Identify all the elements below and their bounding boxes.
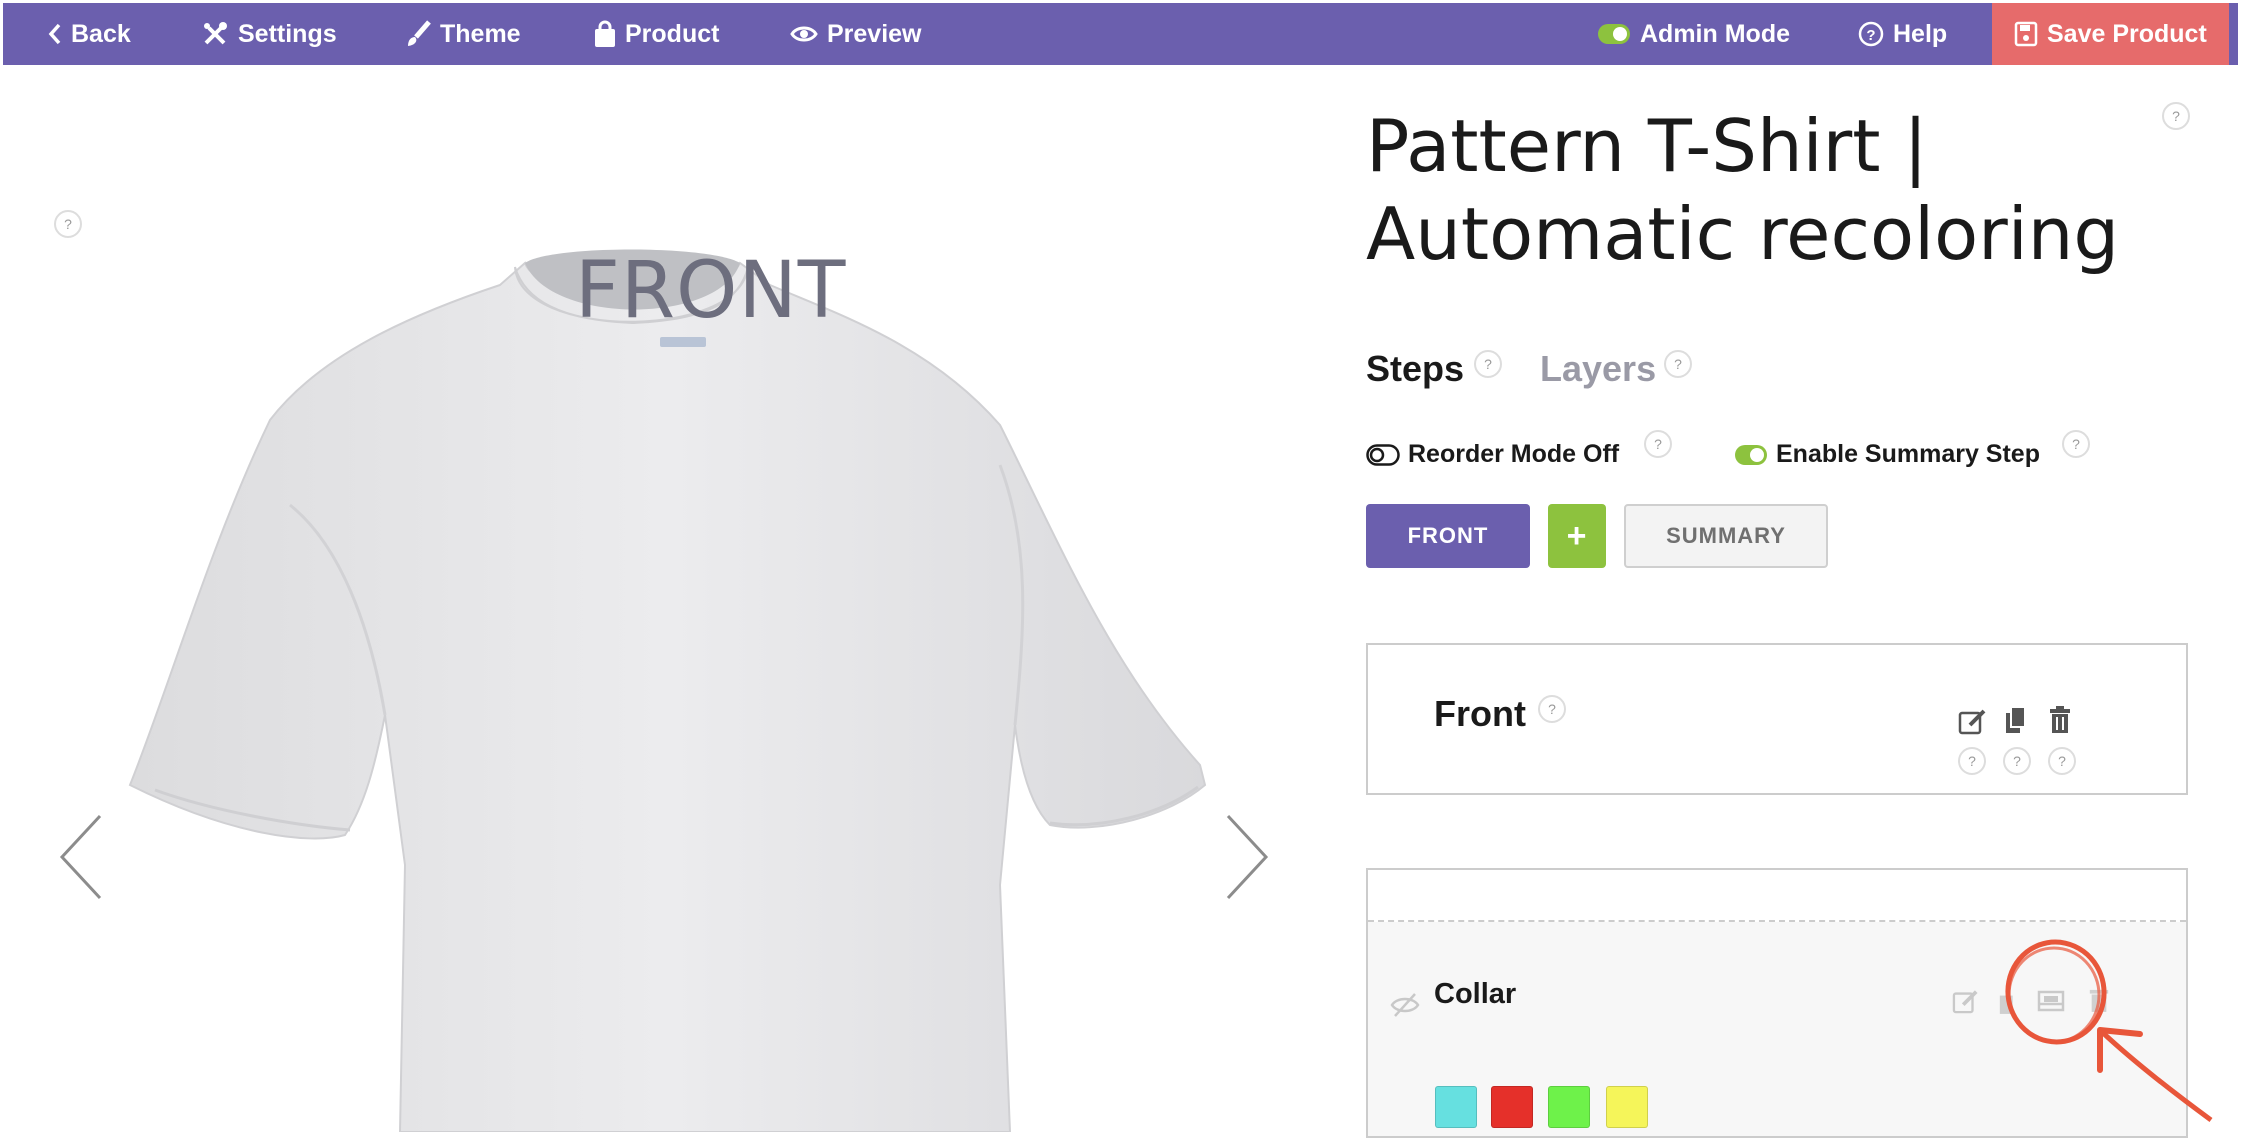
canvas-help-icon[interactable]: ? [54,210,82,238]
product-button[interactable]: Product [594,3,719,65]
color-swatch[interactable] [1435,1086,1477,1128]
shopping-bag-icon [595,20,615,47]
chevron-left-icon [48,23,61,45]
svg-text:?: ? [1866,27,1875,44]
layer-edit-icon[interactable] [1952,988,1980,1014]
step-panel: Front ? ? ? ? [1366,643,2188,795]
step-summary-button[interactable]: SUMMARY [1624,504,1828,568]
layers-help-icon[interactable]: ? [1664,350,1692,378]
toggle-on-icon [1735,444,1767,465]
next-arrow-icon[interactable] [1222,812,1272,902]
add-step-glyph: + [1566,516,1588,555]
top-toolbar: Back Settings Theme Product Preview Admi… [0,3,2241,65]
window-frame-right [2238,0,2244,1132]
paintbrush-icon [408,20,431,46]
step-panel-help-glyph: ? [1548,701,1556,717]
color-swatch[interactable] [1491,1086,1533,1128]
summary-help-icon[interactable]: ? [2062,430,2090,458]
admin-mode-toggle[interactable]: Admin Mode [1597,3,1790,65]
save-icon [2014,21,2038,47]
back-button[interactable]: Back [48,3,131,65]
help-button[interactable]: ? Help [1858,3,1947,65]
summary-step-toggle[interactable]: Enable Summary Step [1734,440,2040,469]
theme-label: Theme [440,19,521,48]
title-help-icon[interactable]: ? [2162,102,2190,130]
annotation-highlight [2005,939,2213,1123]
tools-icon [204,22,227,45]
trash-icon[interactable] [2048,705,2072,735]
delete-help-icon[interactable]: ? [2048,747,2076,775]
help-circle-icon: ? [1858,21,1884,47]
step-summary-label: SUMMARY [1666,523,1786,548]
save-label: Save Product [2047,19,2207,48]
tab-layers-label: Layers [1540,348,1657,389]
tab-layers[interactable]: Layers [1540,348,1656,390]
edit-help-icon[interactable]: ? [1958,747,1986,775]
tab-steps[interactable]: Steps [1366,348,1464,390]
tshirt-image [128,249,1207,1132]
product-label: Product [625,19,720,48]
theme-button[interactable]: Theme [405,3,521,65]
save-product-button[interactable]: Save Product [1992,3,2229,65]
steps-help-icon[interactable]: ? [1474,350,1502,378]
annotation-circle [2005,939,2107,1045]
eye-slash-icon[interactable] [1390,992,1420,1018]
settings-label: Settings [238,19,337,48]
canvas-help-glyph: ? [64,216,72,232]
title-help-glyph: ? [2172,108,2180,124]
color-swatch[interactable] [1606,1086,1648,1128]
step-front-button[interactable]: FRONT [1366,504,1530,568]
tab-steps-label: Steps [1366,348,1465,389]
duplicate-icon[interactable] [2004,705,2028,735]
reorder-mode-label: Reorder Mode Off [1408,440,1620,468]
edit-icon[interactable] [1958,707,1988,735]
toggle-off-icon [1366,443,1400,466]
help-label: Help [1893,19,1948,48]
view-label: FRONT [575,246,847,336]
color-swatch[interactable] [1548,1086,1590,1128]
reorder-help-icon[interactable]: ? [1644,430,1672,458]
settings-button[interactable]: Settings [201,3,337,65]
eye-icon [790,26,818,42]
reorder-mode-toggle[interactable]: Reorder Mode Off [1366,440,1619,469]
add-step-button[interactable]: + [1548,504,1606,568]
annotation-arrow-shaft [2100,1030,2213,1123]
summary-step-label: Enable Summary Step [1776,440,2040,468]
preview-label: Preview [827,19,922,48]
step-panel-title: Front [1434,693,1526,734]
step-panel-help-icon[interactable]: ? [1538,695,1566,723]
product-title: Pattern T-Shirt | Automatic recoloring [1366,104,2120,276]
back-label: Back [71,19,131,48]
admin-mode-label: Admin Mode [1640,19,1790,48]
toggle-on-icon [1598,24,1630,44]
step-front-label: FRONT [1407,523,1489,548]
annotation-circle-stroke [2007,946,2101,1044]
duplicate-help-icon[interactable]: ? [2003,747,2031,775]
prev-arrow-icon[interactable] [56,812,106,902]
preview-button[interactable]: Preview [790,3,922,65]
layer-name: Collar [1434,978,1517,1010]
